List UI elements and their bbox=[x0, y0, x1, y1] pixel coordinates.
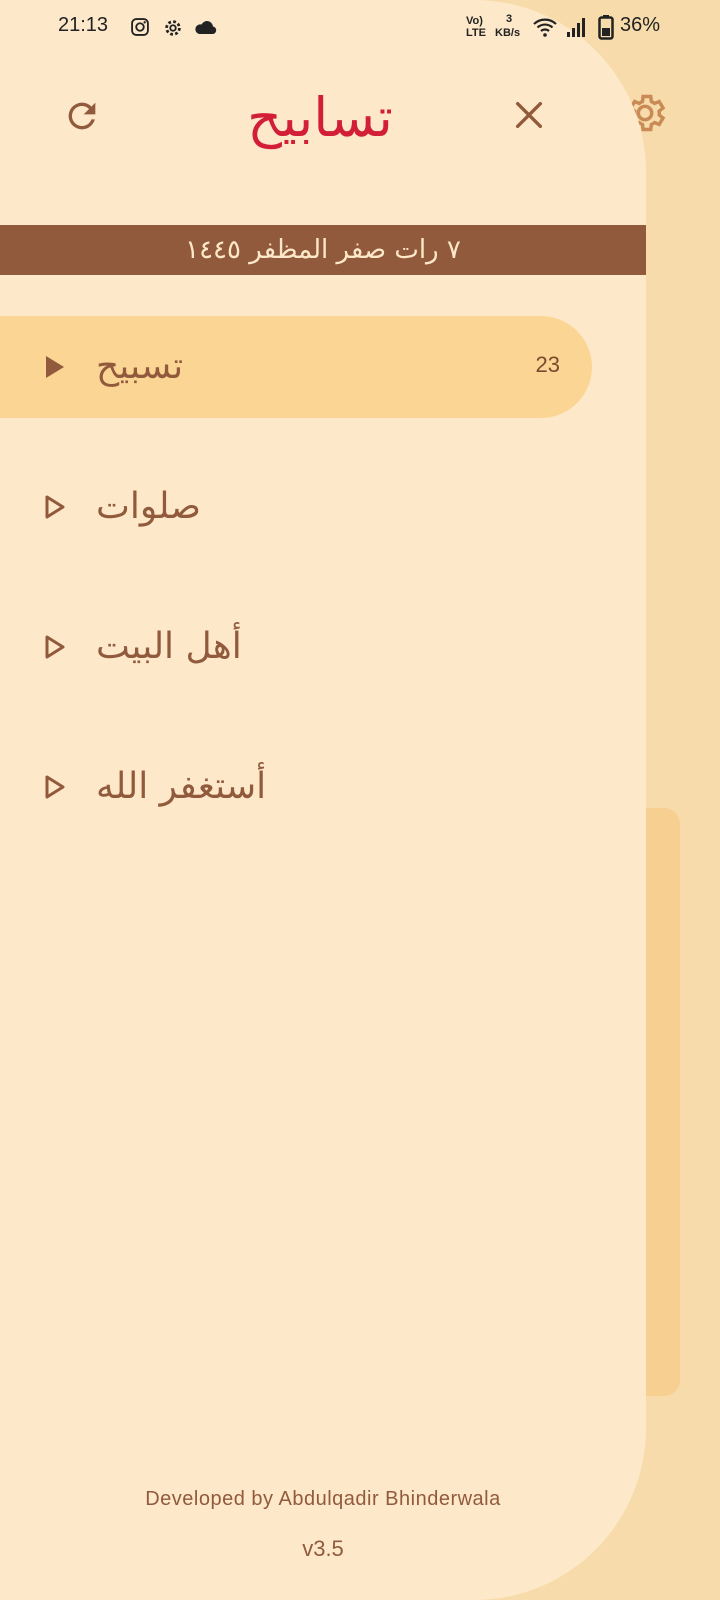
status-bar: 21:13 Vo) LTE 3 KB/s 36% bbox=[0, 0, 720, 56]
volte-label-top: Vo) bbox=[466, 15, 483, 27]
play-arrow-outline-icon bbox=[45, 495, 65, 519]
menu-item-label: تسبيح bbox=[96, 346, 184, 387]
menu-item-astaghfirullah[interactable]: أستغفر الله bbox=[0, 736, 592, 838]
wifi-icon bbox=[533, 18, 557, 37]
menu-item-count: 23 bbox=[535, 352, 560, 377]
developer-credit: Developed by Abdulqadir Bhinderwala bbox=[145, 1488, 501, 1510]
instagram-icon bbox=[131, 18, 149, 36]
volte-label-bottom: LTE bbox=[466, 27, 486, 39]
menu-item-label: أهل البيت bbox=[96, 626, 242, 667]
menu-item-tasbeeh[interactable]: تسبيح 23 bbox=[0, 316, 592, 418]
close-icon[interactable] bbox=[512, 98, 546, 132]
menu-item-label: أستغفر الله bbox=[96, 766, 267, 807]
cell-signal-icon bbox=[567, 18, 585, 37]
battery-icon bbox=[598, 15, 614, 40]
app-version: v3.5 bbox=[302, 1536, 344, 1561]
cloud-icon bbox=[195, 21, 217, 34]
battery-percent: 36% bbox=[620, 14, 661, 36]
net-speed-value: 3 bbox=[506, 13, 513, 25]
net-speed-unit: KB/s bbox=[495, 27, 521, 39]
settings-status-icon bbox=[165, 20, 181, 36]
menu-item-ahl-al-bayt[interactable]: أهل البيت bbox=[0, 596, 592, 698]
play-arrow-icon bbox=[46, 356, 64, 378]
refresh-icon[interactable] bbox=[62, 96, 102, 136]
hijri-date-banner: ٧ رات صفر المظفر ١٤٤٥ bbox=[0, 225, 646, 275]
status-time: 21:13 bbox=[58, 14, 109, 36]
navigation-drawer: تسابيح ٧ رات صفر المظفر ١٤٤٥ تسبيح 23 صل… bbox=[0, 0, 646, 1600]
menu-item-label: صلوات bbox=[96, 486, 201, 527]
menu-item-salawat[interactable]: صلوات bbox=[0, 456, 592, 558]
play-arrow-outline-icon bbox=[45, 635, 65, 659]
play-arrow-outline-icon bbox=[45, 775, 65, 799]
page-title: تسابيح bbox=[247, 86, 393, 149]
